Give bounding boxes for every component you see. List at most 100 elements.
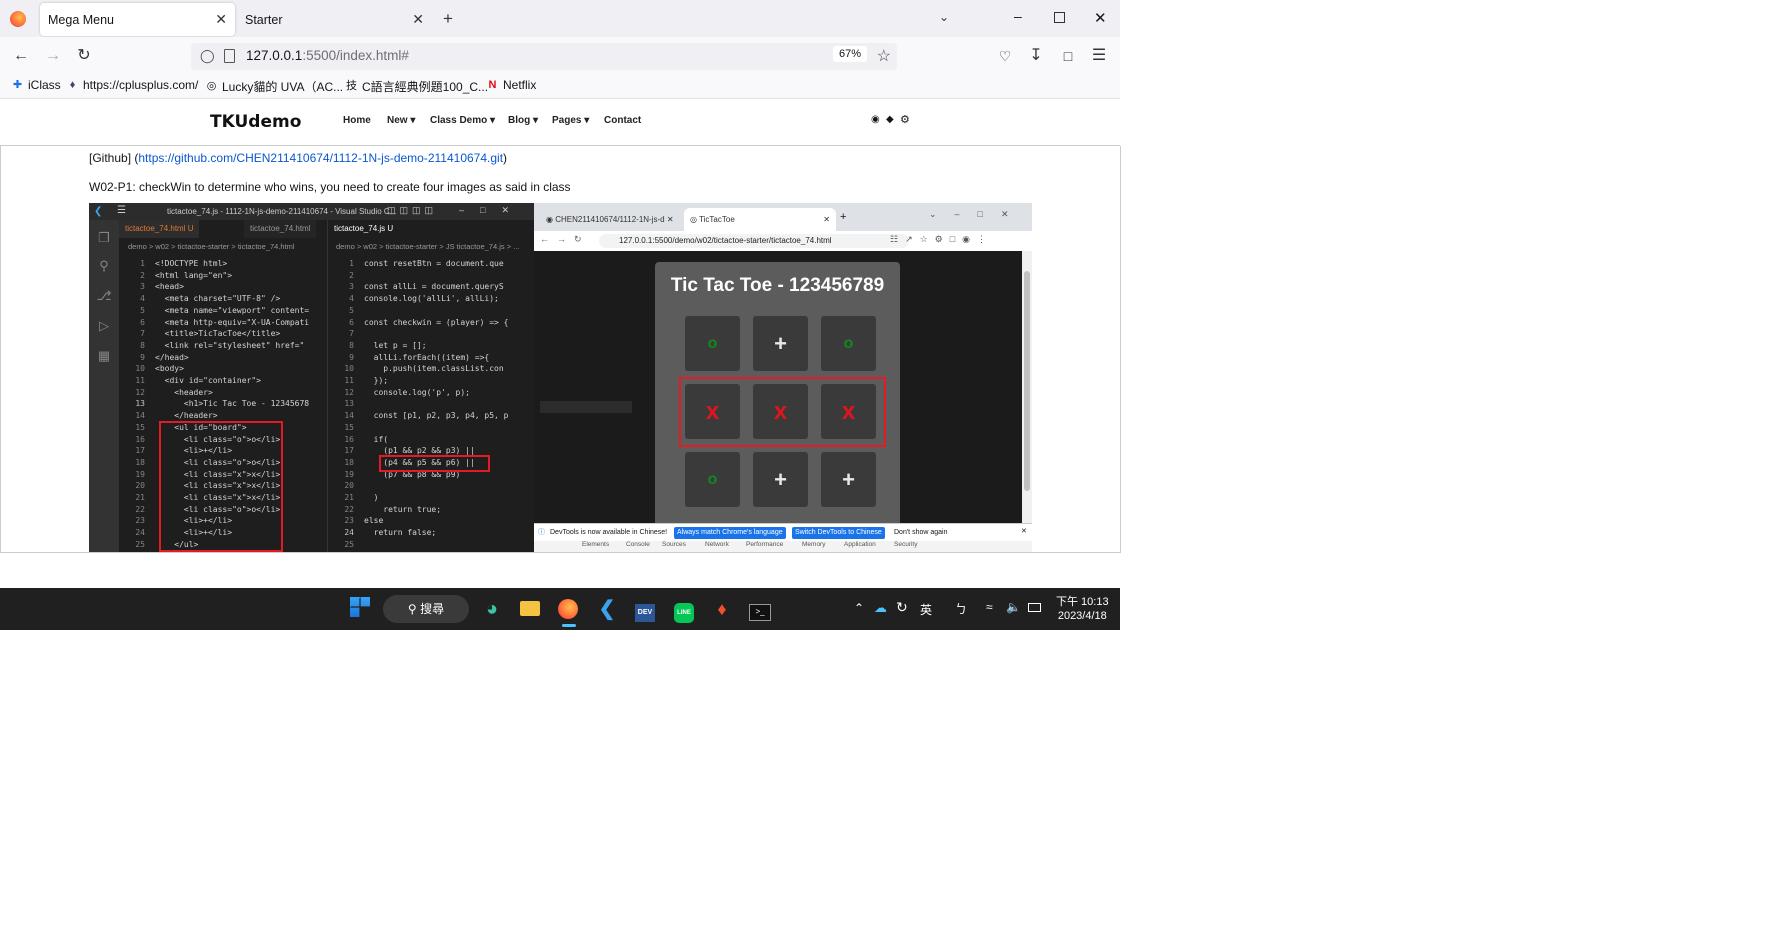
menu-class-demo[interactable]: Class Demo ▾ (430, 115, 495, 126)
bookmark-label: C語言經典例題100_C... (362, 80, 489, 94)
code-line: <body> (155, 364, 184, 374)
onedrive-icon[interactable]: ☁ (874, 600, 887, 616)
dev-cpp-icon[interactable]: DEV (633, 597, 657, 622)
line-number: 5 (349, 305, 354, 315)
pocket-icon[interactable]: ♡ (993, 45, 1017, 67)
code-line: p.push(item.classList.con (364, 364, 504, 374)
chevron-down-icon: ▾ (490, 115, 496, 126)
code-line: let p = []; (364, 340, 427, 350)
new-tab-icon[interactable]: + (443, 9, 453, 29)
reload-icon[interactable]: ↻ (72, 45, 96, 67)
vscode-title: tictactoe_74.js - 1112-1N-js-demo-211410… (167, 207, 397, 216)
forward-icon[interactable]: → (41, 45, 65, 67)
close-tab-icon[interactable]: ✕ (412, 11, 424, 28)
close-icon: ✕ (1021, 528, 1027, 535)
clock[interactable]: 下午 10:13 2023/4/18 (1056, 595, 1109, 623)
bookmark-label: iClass (28, 78, 61, 92)
close-window-icon[interactable]: ✕ (1094, 9, 1107, 27)
chrome-tab-tictactoe: ◎ TicTacToe ✕ (684, 208, 836, 231)
zoom-level[interactable]: 67% (832, 46, 867, 62)
shield-icon[interactable]: ◯ (200, 48, 215, 64)
terminal-icon[interactable]: >_ (748, 597, 772, 621)
line-number: 12 (344, 387, 354, 397)
bookmark-netflix[interactable]: N Netflix (486, 78, 537, 92)
show-hidden-icons[interactable]: ⌃ (854, 601, 864, 615)
volume-icon[interactable]: 🔈 (1006, 600, 1021, 614)
line-number: 14 (135, 411, 145, 421)
menu-contact[interactable]: Contact (604, 115, 641, 126)
vscode-icon[interactable]: ❮ (595, 597, 619, 621)
menu-icon[interactable]: ☰ (1087, 45, 1111, 67)
site-brand[interactable]: TKUdemo (210, 112, 301, 132)
line-icon[interactable]: LINE (672, 597, 696, 623)
embedded-screenshot: ❮ ☰ tictactoe_74.js - 1112-1N-js-demo-21… (89, 203, 1032, 552)
diamond-icon[interactable]: ◆ (886, 114, 894, 125)
menu-new[interactable]: New ▾ (387, 115, 415, 126)
tab-starter[interactable]: Starter ✕ (237, 3, 432, 36)
chrome-nav-bar: ←→↻ 127.0.0.1:5500/demo/w02/tictactoe-st… (534, 231, 1032, 252)
extensions-icon[interactable]: □ (1056, 45, 1080, 67)
page-icon[interactable] (224, 49, 235, 63)
ime-indicator[interactable]: 英 (920, 601, 932, 618)
highlight-box (679, 377, 886, 447)
line-number: 2 (349, 270, 354, 280)
code-line: console.log('allLi', allLi); (364, 294, 499, 304)
wifi-icon[interactable]: ≈ (986, 600, 993, 614)
code-line: const allLi = document.queryS (364, 282, 504, 292)
edge-icon[interactable]: ◕ (480, 597, 504, 621)
code-line: <header> (155, 387, 213, 397)
github-link[interactable]: https://github.com/CHEN211410674/1112-1N… (138, 151, 503, 165)
taskbar-search[interactable]: ⚲ 搜尋 (383, 595, 469, 623)
browser-nav-bar: ← → ↻ ◯ 127.0.0.1:5500/index.html# 67% ☆… (0, 37, 1120, 75)
bookmarks-toolbar: ✚ iClass ♦ https://cplusplus.com/ ◎ Lucky貓的… (0, 75, 1120, 99)
start-icon[interactable] (348, 597, 372, 621)
firefox-icon[interactable] (10, 11, 26, 27)
line-number: 9 (140, 352, 145, 362)
bookmark-label: Lucky貓的 UVA（AC... (222, 80, 344, 94)
line-number: 17 (344, 446, 354, 456)
chevron-down-icon: ▾ (533, 115, 539, 126)
download-icon[interactable]: ↧ (1024, 45, 1048, 67)
url-bar[interactable]: ◯ 127.0.0.1:5500/index.html# 67% ☆ (191, 43, 897, 70)
bookmark-iclass[interactable]: ✚ iClass (11, 78, 61, 92)
board-cell-o-mark: o (685, 452, 740, 507)
windows-taskbar: ⚲ 搜尋 ◕ ❮ DEV LINE ♦ >_ ⌃ ☁ ↻ 英 ㄅ ≈ 🔈 下午 … (0, 588, 1120, 630)
menu-label: Class Demo (430, 115, 488, 126)
line-number: 23 (344, 516, 354, 526)
code-line: ) (364, 493, 379, 502)
bookmark-star-icon[interactable]: ☆ (877, 46, 891, 66)
line-number: 25 (135, 539, 145, 549)
vscode-titlebar: ❮ ☰ tictactoe_74.js - 1112-1N-js-demo-21… (89, 203, 534, 220)
bookmark-c-examples[interactable]: 技 C語言經典例題100_C... (345, 78, 488, 95)
netflix-icon: N (488, 78, 497, 91)
firefox-icon[interactable] (556, 597, 580, 621)
menu-label: New (387, 115, 408, 126)
close-tab-icon[interactable]: ✕ (215, 11, 227, 28)
list-tabs-icon[interactable]: ⌄ (939, 10, 949, 24)
line-number: 16 (344, 434, 354, 444)
bookmark-cplusplus[interactable]: ♦ https://cplusplus.com/ (66, 78, 199, 92)
menu-pages[interactable]: Pages ▾ (552, 115, 589, 126)
input-mode-icon[interactable]: ㄅ (955, 600, 967, 617)
tab-mega-menu[interactable]: Mega Menu ✕ (40, 3, 235, 36)
devtools-tab: Security (894, 541, 918, 548)
git-icon[interactable]: ♦ (710, 597, 734, 621)
dont-show-button: Don't show again (894, 529, 948, 536)
menu-home[interactable]: Home (343, 115, 371, 126)
line-number: 13 (135, 399, 145, 409)
bookmark-lucky-uva[interactable]: ◎ Lucky貓的 UVA（AC... (205, 78, 343, 95)
sync-icon[interactable]: ↻ (896, 599, 908, 616)
battery-icon[interactable] (1028, 603, 1041, 612)
code-line: console.log('p', p); (364, 387, 470, 397)
file-explorer-icon[interactable] (518, 597, 542, 621)
line-number: 25 (344, 539, 354, 549)
gear-icon[interactable]: ⚙ (900, 113, 910, 126)
restore-icon[interactable] (1054, 12, 1065, 23)
search-icon: ⚲ (407, 602, 417, 616)
back-icon[interactable]: ← (9, 45, 33, 67)
code-line: <meta name="viewport" content= (155, 305, 310, 315)
hamburger-icon: ☰ (117, 205, 126, 216)
minimize-icon[interactable]: – (1014, 8, 1022, 24)
github-icon[interactable]: ◉ (871, 114, 880, 125)
menu-blog[interactable]: Blog ▾ (508, 115, 538, 126)
